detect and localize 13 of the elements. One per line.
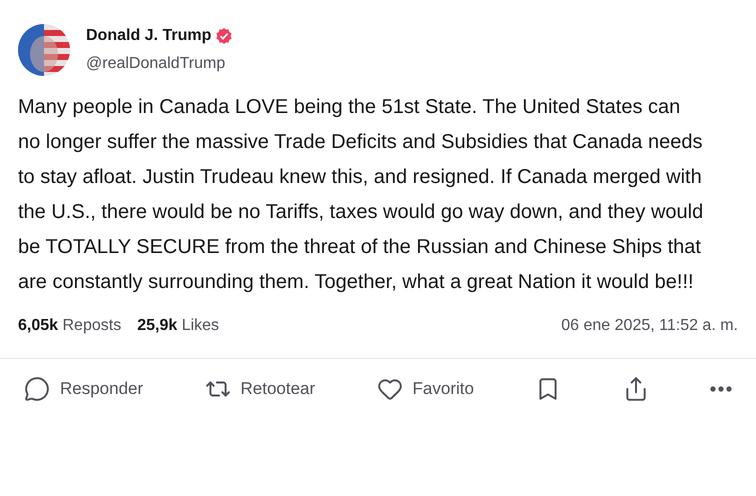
avatar [18,24,70,76]
author-handle[interactable]: @realDonaldTrump [86,52,234,76]
stat-link[interactable]: 6,05k Reposts [18,314,122,338]
author-name: Donald J. Trump [86,26,212,46]
action-button[interactable]: Favorito [376,376,474,402]
post-text: Many people in Canada LOVE being the 51st State. The United States can no longer suffer the massive Trade Deficits and Subsidies that Canada needs to stay afloat. Justin Trudeau knew this, and resigned. If Canada merged with the U.S., there would be no Tariffs, taxes would go way down, and they would be TOTALLY SECURE from the threat of the Russian and Chinese Ships that are constantly surrounding them. Together, what a great Nation it would be!!! [18,95,704,295]
action-button[interactable]: Retootear [204,376,316,402]
speech-bubble-icon [24,376,50,402]
action-button[interactable]: Responder [24,376,144,402]
stat-link[interactable]: 25,9k Likes [137,314,220,338]
timestamp: 06 ene 2025, 11:52 a. m. [561,316,738,336]
more-button[interactable] [710,386,732,392]
more-icon [710,386,732,392]
